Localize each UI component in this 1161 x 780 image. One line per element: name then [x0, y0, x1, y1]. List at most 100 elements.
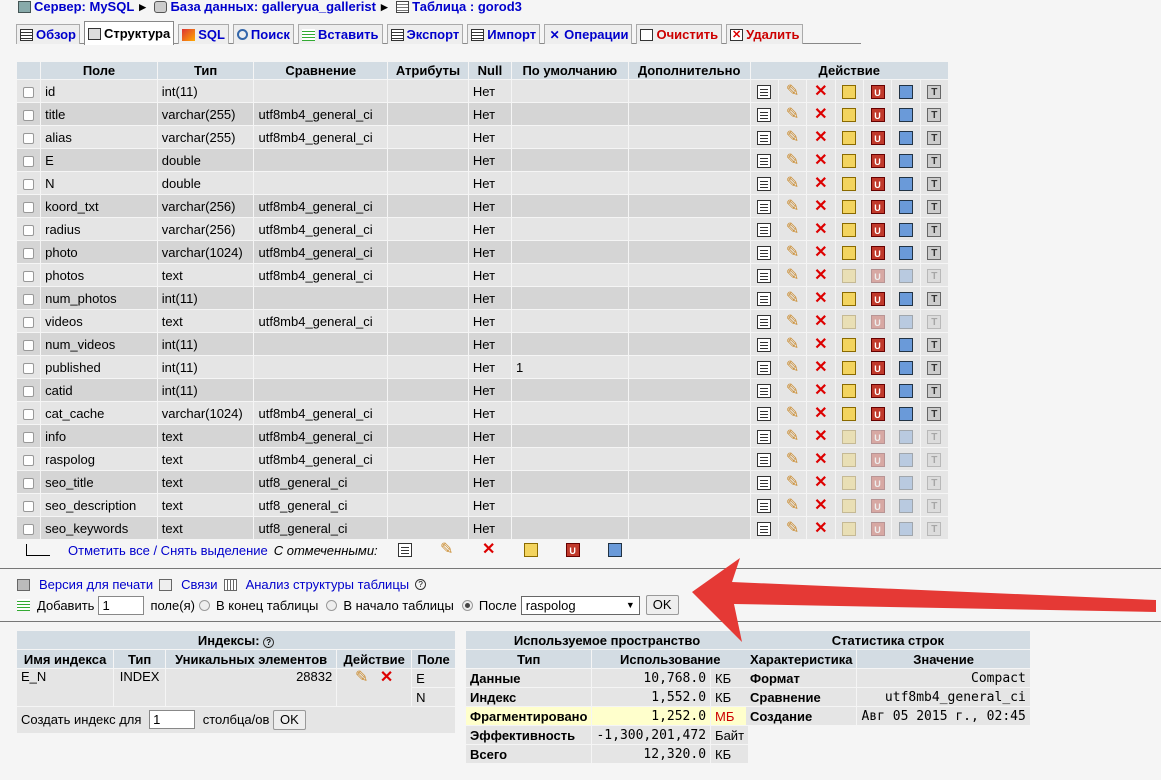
- primary-icon[interactable]: [842, 452, 857, 467]
- browse-icon[interactable]: [757, 475, 772, 490]
- change-icon[interactable]: ✎: [786, 451, 800, 467]
- unique-icon[interactable]: U: [870, 130, 885, 145]
- browse-icon[interactable]: [757, 360, 772, 375]
- row-checkbox[interactable]: [23, 431, 35, 443]
- fulltext-icon[interactable]: T: [927, 130, 942, 145]
- unique-icon[interactable]: U: [870, 452, 885, 467]
- unique-icon[interactable]: U: [870, 360, 885, 375]
- drop-icon[interactable]: ✕: [814, 428, 828, 444]
- browse-icon[interactable]: [757, 130, 772, 145]
- primary-icon[interactable]: [842, 199, 857, 214]
- change-icon[interactable]: ✎: [786, 520, 800, 536]
- unique-icon[interactable]: U: [870, 222, 885, 237]
- browse-icon[interactable]: [757, 268, 772, 283]
- fulltext-icon[interactable]: T: [927, 245, 942, 260]
- row-checkbox[interactable]: [23, 86, 35, 98]
- row-checkbox[interactable]: [23, 155, 35, 167]
- primary-icon[interactable]: [842, 245, 857, 260]
- drop-icon[interactable]: ✕: [814, 83, 828, 99]
- unique-icon[interactable]: U: [870, 176, 885, 191]
- row-checkbox[interactable]: [23, 270, 35, 282]
- browse-icon[interactable]: [757, 84, 772, 99]
- fulltext-icon[interactable]: T: [927, 314, 942, 329]
- change-icon[interactable]: ✎: [786, 428, 800, 444]
- unique-icon[interactable]: U: [870, 268, 885, 283]
- fulltext-icon[interactable]: T: [927, 268, 942, 283]
- change-icon[interactable]: ✎: [786, 244, 800, 260]
- drop-icon[interactable]: ✕: [814, 221, 828, 237]
- primary-icon[interactable]: [842, 84, 857, 99]
- browse-icon[interactable]: [757, 176, 772, 191]
- fulltext-icon[interactable]: T: [927, 360, 942, 375]
- index-icon[interactable]: [898, 521, 913, 536]
- change-icon[interactable]: ✎: [786, 198, 800, 214]
- browse-icon[interactable]: [757, 337, 772, 352]
- unique-icon[interactable]: U: [870, 498, 885, 513]
- tab-browse[interactable]: Обзор: [16, 24, 80, 44]
- add-field-ok-button[interactable]: OK: [645, 595, 679, 615]
- drop-icon[interactable]: ✕: [814, 336, 828, 352]
- primary-icon[interactable]: [842, 383, 857, 398]
- row-checkbox[interactable]: [23, 477, 35, 489]
- browse-icon[interactable]: [757, 222, 772, 237]
- field-count-input[interactable]: [98, 595, 145, 615]
- change-icon[interactable]: ✎: [786, 336, 800, 352]
- drop-icon[interactable]: ✕: [814, 451, 828, 467]
- tab-drop[interactable]: ✕ Удалить: [726, 24, 804, 44]
- change-icon[interactable]: ✎: [786, 497, 800, 513]
- drop-icon[interactable]: ✕: [814, 198, 828, 214]
- browse-icon[interactable]: [757, 383, 772, 398]
- row-checkbox[interactable]: [23, 224, 35, 236]
- fulltext-icon[interactable]: T: [927, 498, 942, 513]
- row-checkbox[interactable]: [23, 408, 35, 420]
- relations-link[interactable]: Связи: [181, 577, 217, 592]
- primary-icon[interactable]: [842, 153, 857, 168]
- index-icon[interactable]: [898, 314, 913, 329]
- index-icon[interactable]: [898, 222, 913, 237]
- tab-structure[interactable]: Структура: [84, 21, 175, 45]
- change-icon[interactable]: ✎: [786, 152, 800, 168]
- tab-insert[interactable]: Вставить: [297, 24, 383, 44]
- fulltext-icon[interactable]: T: [927, 176, 942, 191]
- edit-index-icon[interactable]: ✎: [355, 669, 369, 685]
- change-icon[interactable]: ✎: [786, 313, 800, 329]
- drop-icon[interactable]: ✕: [814, 497, 828, 513]
- index-icon[interactable]: [898, 268, 913, 283]
- tab-operations[interactable]: ✕ Операции: [544, 24, 633, 44]
- change-icon[interactable]: ✎: [786, 405, 800, 421]
- unique-icon[interactable]: U: [870, 383, 885, 398]
- change-icon[interactable]: ✎: [786, 221, 800, 237]
- browse-icon[interactable]: [757, 314, 772, 329]
- fulltext-icon[interactable]: T: [927, 199, 942, 214]
- primary-icon[interactable]: [842, 521, 857, 536]
- index-icon[interactable]: [898, 475, 913, 490]
- index-icon[interactable]: [898, 383, 913, 398]
- unique-selected-icon[interactable]: U: [565, 543, 580, 557]
- tab-empty[interactable]: Очистить: [636, 24, 723, 44]
- change-icon[interactable]: ✎: [786, 83, 800, 99]
- row-checkbox[interactable]: [23, 178, 35, 190]
- radio-start-of-table[interactable]: [326, 599, 338, 611]
- drop-icon[interactable]: ✕: [814, 359, 828, 375]
- change-icon[interactable]: ✎: [786, 129, 800, 145]
- index-icon[interactable]: [898, 84, 913, 99]
- unique-icon[interactable]: U: [870, 521, 885, 536]
- row-checkbox[interactable]: [23, 339, 35, 351]
- drop-icon[interactable]: ✕: [814, 405, 828, 421]
- tab-export[interactable]: Экспорт: [386, 24, 464, 44]
- change-icon[interactable]: ✎: [786, 359, 800, 375]
- primary-icon[interactable]: [842, 314, 857, 329]
- index-icon[interactable]: [898, 498, 913, 513]
- check-all-link[interactable]: Отметить все / Снять выделение: [68, 543, 268, 558]
- change-icon[interactable]: ✎: [786, 382, 800, 398]
- row-checkbox[interactable]: [23, 385, 35, 397]
- index-icon[interactable]: [898, 153, 913, 168]
- help-icon[interactable]: ?: [263, 636, 275, 648]
- fulltext-icon[interactable]: T: [927, 337, 942, 352]
- after-field-select[interactable]: raspolog ▼: [520, 595, 640, 615]
- unique-icon[interactable]: U: [870, 406, 885, 421]
- index-icon[interactable]: [898, 452, 913, 467]
- change-icon[interactable]: ✎: [786, 267, 800, 283]
- unique-icon[interactable]: U: [870, 84, 885, 99]
- unique-icon[interactable]: U: [870, 153, 885, 168]
